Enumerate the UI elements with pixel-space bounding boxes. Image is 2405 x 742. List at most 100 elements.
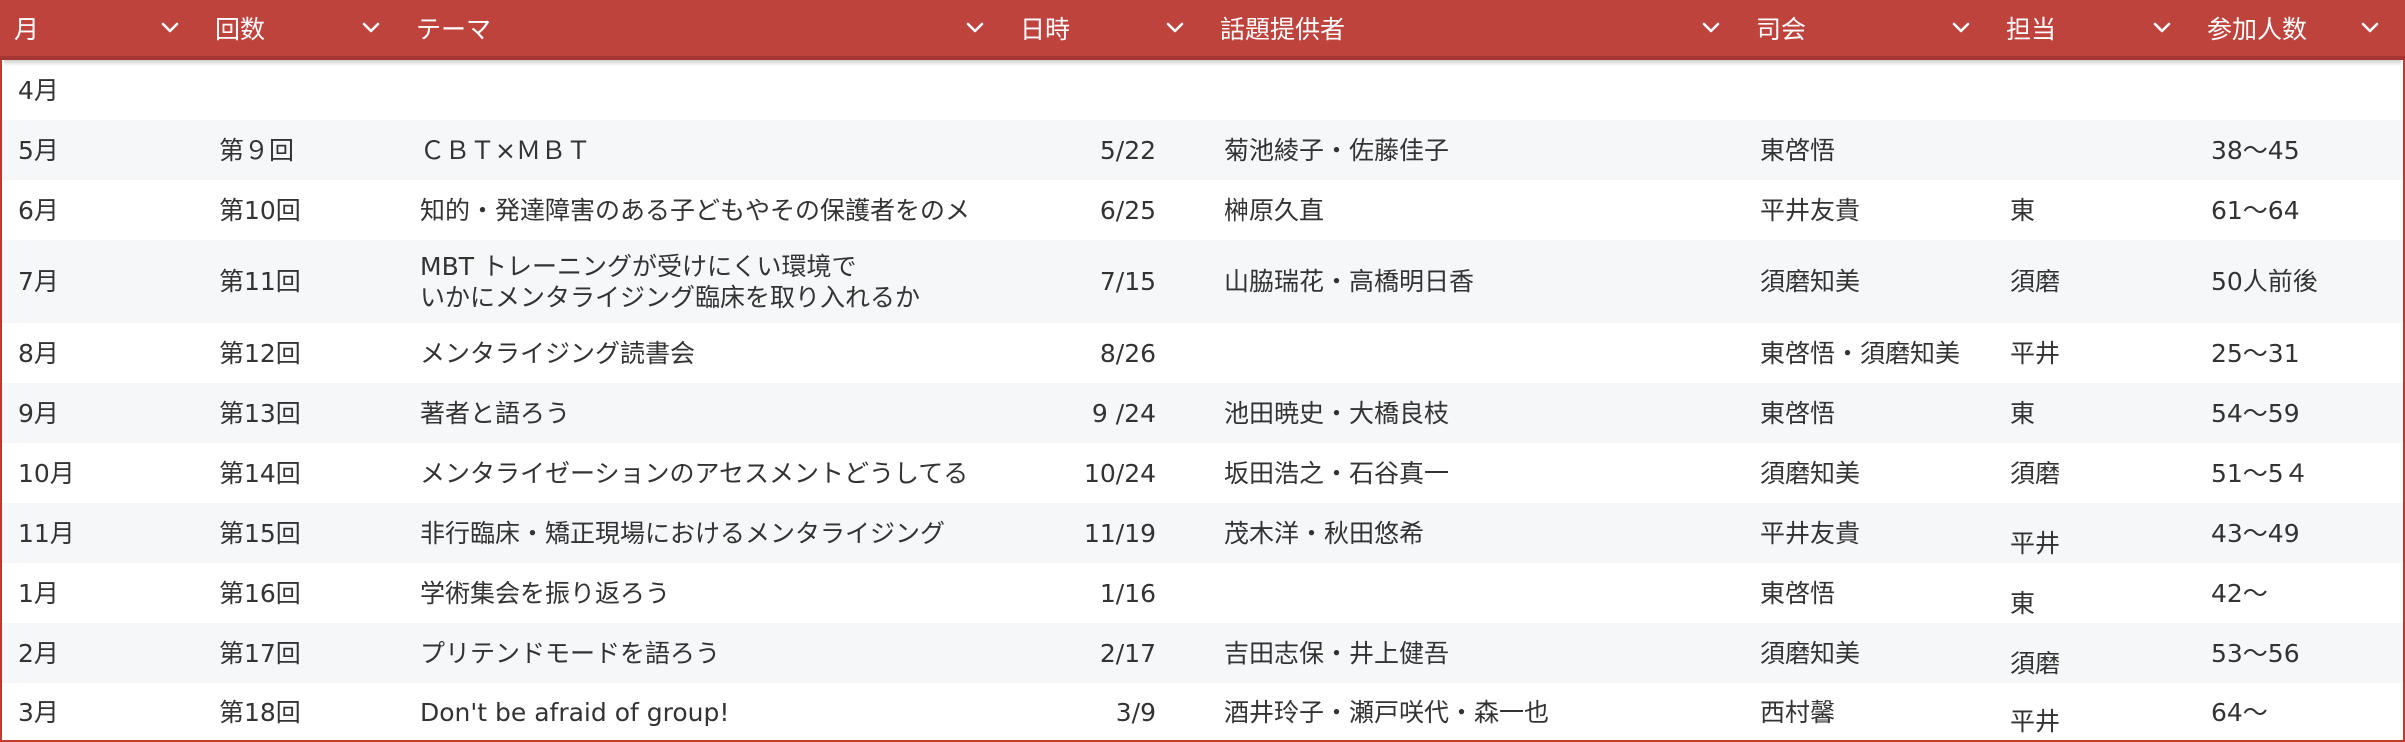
cell-round[interactable]: 第10回: [203, 180, 404, 240]
cell-staff[interactable]: 平井: [1994, 323, 2195, 383]
cell-staff[interactable]: 須磨: [1994, 443, 2195, 503]
cell-provider[interactable]: 坂田浩之・石谷真一: [1208, 443, 1744, 503]
cell-theme[interactable]: [404, 60, 1008, 120]
column-header-count[interactable]: 参加人数: [2193, 0, 2401, 56]
cell-provider[interactable]: 山脇瑞花・高橋明日香: [1208, 240, 1744, 323]
cell-provider[interactable]: 池田暁史・大橋良枝: [1208, 383, 1744, 443]
cell-theme[interactable]: Don't be afraid of group!: [404, 683, 1008, 741]
cell-date[interactable]: 3/9: [1008, 683, 1208, 741]
table-row[interactable]: 4月: [2, 60, 2403, 120]
cell-count[interactable]: 54～59: [2195, 383, 2403, 443]
cell-date[interactable]: 11/19: [1008, 503, 1208, 563]
cell-theme[interactable]: 学術集会を振り返ろう: [404, 563, 1008, 623]
cell-staff[interactable]: 平井: [1994, 683, 2195, 741]
cell-provider[interactable]: 吉田志保・井上健吾: [1208, 623, 1744, 683]
cell-month[interactable]: 9月: [2, 383, 203, 443]
chevron-down-icon[interactable]: [1950, 17, 1972, 39]
cell-date[interactable]: [1008, 60, 1208, 120]
cell-round[interactable]: 第９回: [203, 120, 404, 180]
cell-count[interactable]: 42～: [2195, 563, 2403, 623]
cell-theme[interactable]: メンタライゼーションのアセスメントどうしてる: [404, 443, 1008, 503]
cell-theme[interactable]: ＣＢＴ×ＭＢＴ: [404, 120, 1008, 180]
cell-count[interactable]: 38～45: [2195, 120, 2403, 180]
cell-staff[interactable]: 須磨: [1994, 623, 2195, 683]
chevron-down-icon[interactable]: [1164, 17, 1186, 39]
cell-round[interactable]: 第18回: [203, 683, 404, 741]
chevron-down-icon[interactable]: [2151, 17, 2173, 39]
table-row[interactable]: 2月 第17回 プリテンドモードを語ろう 2/17 吉田志保・井上健吾 須磨知美 須磨 53～…: [2, 623, 2403, 683]
cell-count[interactable]: [2195, 60, 2403, 120]
column-header-staff[interactable]: 担当: [1992, 0, 2193, 56]
column-header-provider[interactable]: 話題提供者: [1206, 0, 1742, 56]
cell-count[interactable]: 25～31: [2195, 323, 2403, 383]
chevron-down-icon[interactable]: [2359, 17, 2381, 39]
cell-theme[interactable]: プリテンドモードを語ろう: [404, 623, 1008, 683]
cell-month[interactable]: 11月: [2, 503, 203, 563]
cell-count[interactable]: 61～64: [2195, 180, 2403, 240]
cell-chair[interactable]: 平井友貴: [1744, 180, 1994, 240]
cell-round[interactable]: 第14回: [203, 443, 404, 503]
column-header-round[interactable]: 回数: [201, 0, 402, 56]
cell-count[interactable]: 50人前後: [2195, 240, 2403, 323]
chevron-down-icon[interactable]: [964, 17, 986, 39]
cell-round[interactable]: 第12回: [203, 323, 404, 383]
cell-date[interactable]: 6/25: [1008, 180, 1208, 240]
cell-theme[interactable]: MBT トレーニングが受けにくい環境で いかにメンタライジング臨床を取り入れるか: [404, 240, 1008, 323]
column-header-date[interactable]: 日時: [1006, 0, 1206, 56]
cell-count[interactable]: 53～56: [2195, 623, 2403, 683]
chevron-down-icon[interactable]: [159, 17, 181, 39]
cell-staff[interactable]: 東: [1994, 563, 2195, 623]
cell-theme[interactable]: メンタライジング読書会: [404, 323, 1008, 383]
cell-date[interactable]: 10/24: [1008, 443, 1208, 503]
table-row[interactable]: 6月 第10回 知的・発達障害のある子どもやその保護者をのメ 6/25 榊原久直 平井友貴…: [2, 180, 2403, 240]
table-row[interactable]: 7月 第11回 MBT トレーニングが受けにくい環境で いかにメンタライジング臨床を…: [2, 240, 2403, 323]
cell-chair[interactable]: 須磨知美: [1744, 240, 1994, 323]
cell-round[interactable]: 第15回: [203, 503, 404, 563]
cell-theme[interactable]: 知的・発達障害のある子どもやその保護者をのメ: [404, 180, 1008, 240]
table-row[interactable]: 5月 第９回 ＣＢＴ×ＭＢＴ 5/22 菊池綾子・佐藤佳子 東啓悟 38～45: [2, 120, 2403, 180]
column-header-month[interactable]: 月: [0, 0, 201, 56]
cell-month[interactable]: 4月: [2, 60, 203, 120]
cell-theme[interactable]: 著者と語ろう: [404, 383, 1008, 443]
cell-round[interactable]: [203, 60, 404, 120]
cell-date[interactable]: 7/15: [1008, 240, 1208, 323]
table-row[interactable]: 10月 第14回 メンタライゼーションのアセスメントどうしてる 10/24 坂田浩之・石…: [2, 443, 2403, 503]
cell-month[interactable]: 6月: [2, 180, 203, 240]
cell-count[interactable]: 64～: [2195, 683, 2403, 741]
column-header-theme[interactable]: テーマ: [402, 0, 1006, 56]
cell-date[interactable]: 9 /24: [1008, 383, 1208, 443]
cell-chair[interactable]: 須磨知美: [1744, 623, 1994, 683]
table-row[interactable]: 11月 第15回 非行臨床・矯正現場におけるメンタライジング 11/19 茂木洋・秋田悠…: [2, 503, 2403, 563]
table-row[interactable]: 3月 第18回 Don't be afraid of group! 3/9 酒井玲子・瀬…: [2, 683, 2403, 741]
table-row[interactable]: 1月 第16回 学術集会を振り返ろう 1/16 東啓悟東 42～: [2, 563, 2403, 623]
cell-provider[interactable]: [1208, 323, 1744, 383]
cell-date[interactable]: 8/26: [1008, 323, 1208, 383]
cell-chair[interactable]: 東啓悟: [1744, 383, 1994, 443]
column-header-chair[interactable]: 司会: [1742, 0, 1992, 56]
cell-staff[interactable]: 東: [1994, 180, 2195, 240]
cell-round[interactable]: 第13回: [203, 383, 404, 443]
chevron-down-icon[interactable]: [360, 17, 382, 39]
cell-count[interactable]: 43～49: [2195, 503, 2403, 563]
cell-chair[interactable]: 平井友貴: [1744, 503, 1994, 563]
cell-staff[interactable]: [1994, 60, 2195, 120]
cell-chair[interactable]: 須磨知美: [1744, 443, 1994, 503]
cell-provider[interactable]: 酒井玲子・瀬戸咲代・森一也: [1208, 683, 1744, 741]
cell-provider[interactable]: [1208, 563, 1744, 623]
cell-month[interactable]: 5月: [2, 120, 203, 180]
cell-provider[interactable]: 茂木洋・秋田悠希: [1208, 503, 1744, 563]
cell-month[interactable]: 10月: [2, 443, 203, 503]
cell-date[interactable]: 5/22: [1008, 120, 1208, 180]
cell-round[interactable]: 第16回: [203, 563, 404, 623]
cell-staff[interactable]: [1994, 120, 2195, 180]
cell-chair[interactable]: 東啓悟・須磨知美: [1744, 323, 1994, 383]
cell-staff[interactable]: 東: [1994, 383, 2195, 443]
cell-chair[interactable]: 東啓悟: [1744, 563, 1994, 623]
cell-provider[interactable]: [1208, 60, 1744, 120]
cell-date[interactable]: 2/17: [1008, 623, 1208, 683]
cell-month[interactable]: 7月: [2, 240, 203, 323]
cell-chair[interactable]: 西村馨: [1744, 683, 1994, 741]
table-row[interactable]: 8月 第12回 メンタライジング読書会 8/26 東啓悟・須磨知美 平井 25～31: [2, 323, 2403, 383]
cell-month[interactable]: 3月: [2, 683, 203, 741]
cell-provider[interactable]: 榊原久直: [1208, 180, 1744, 240]
